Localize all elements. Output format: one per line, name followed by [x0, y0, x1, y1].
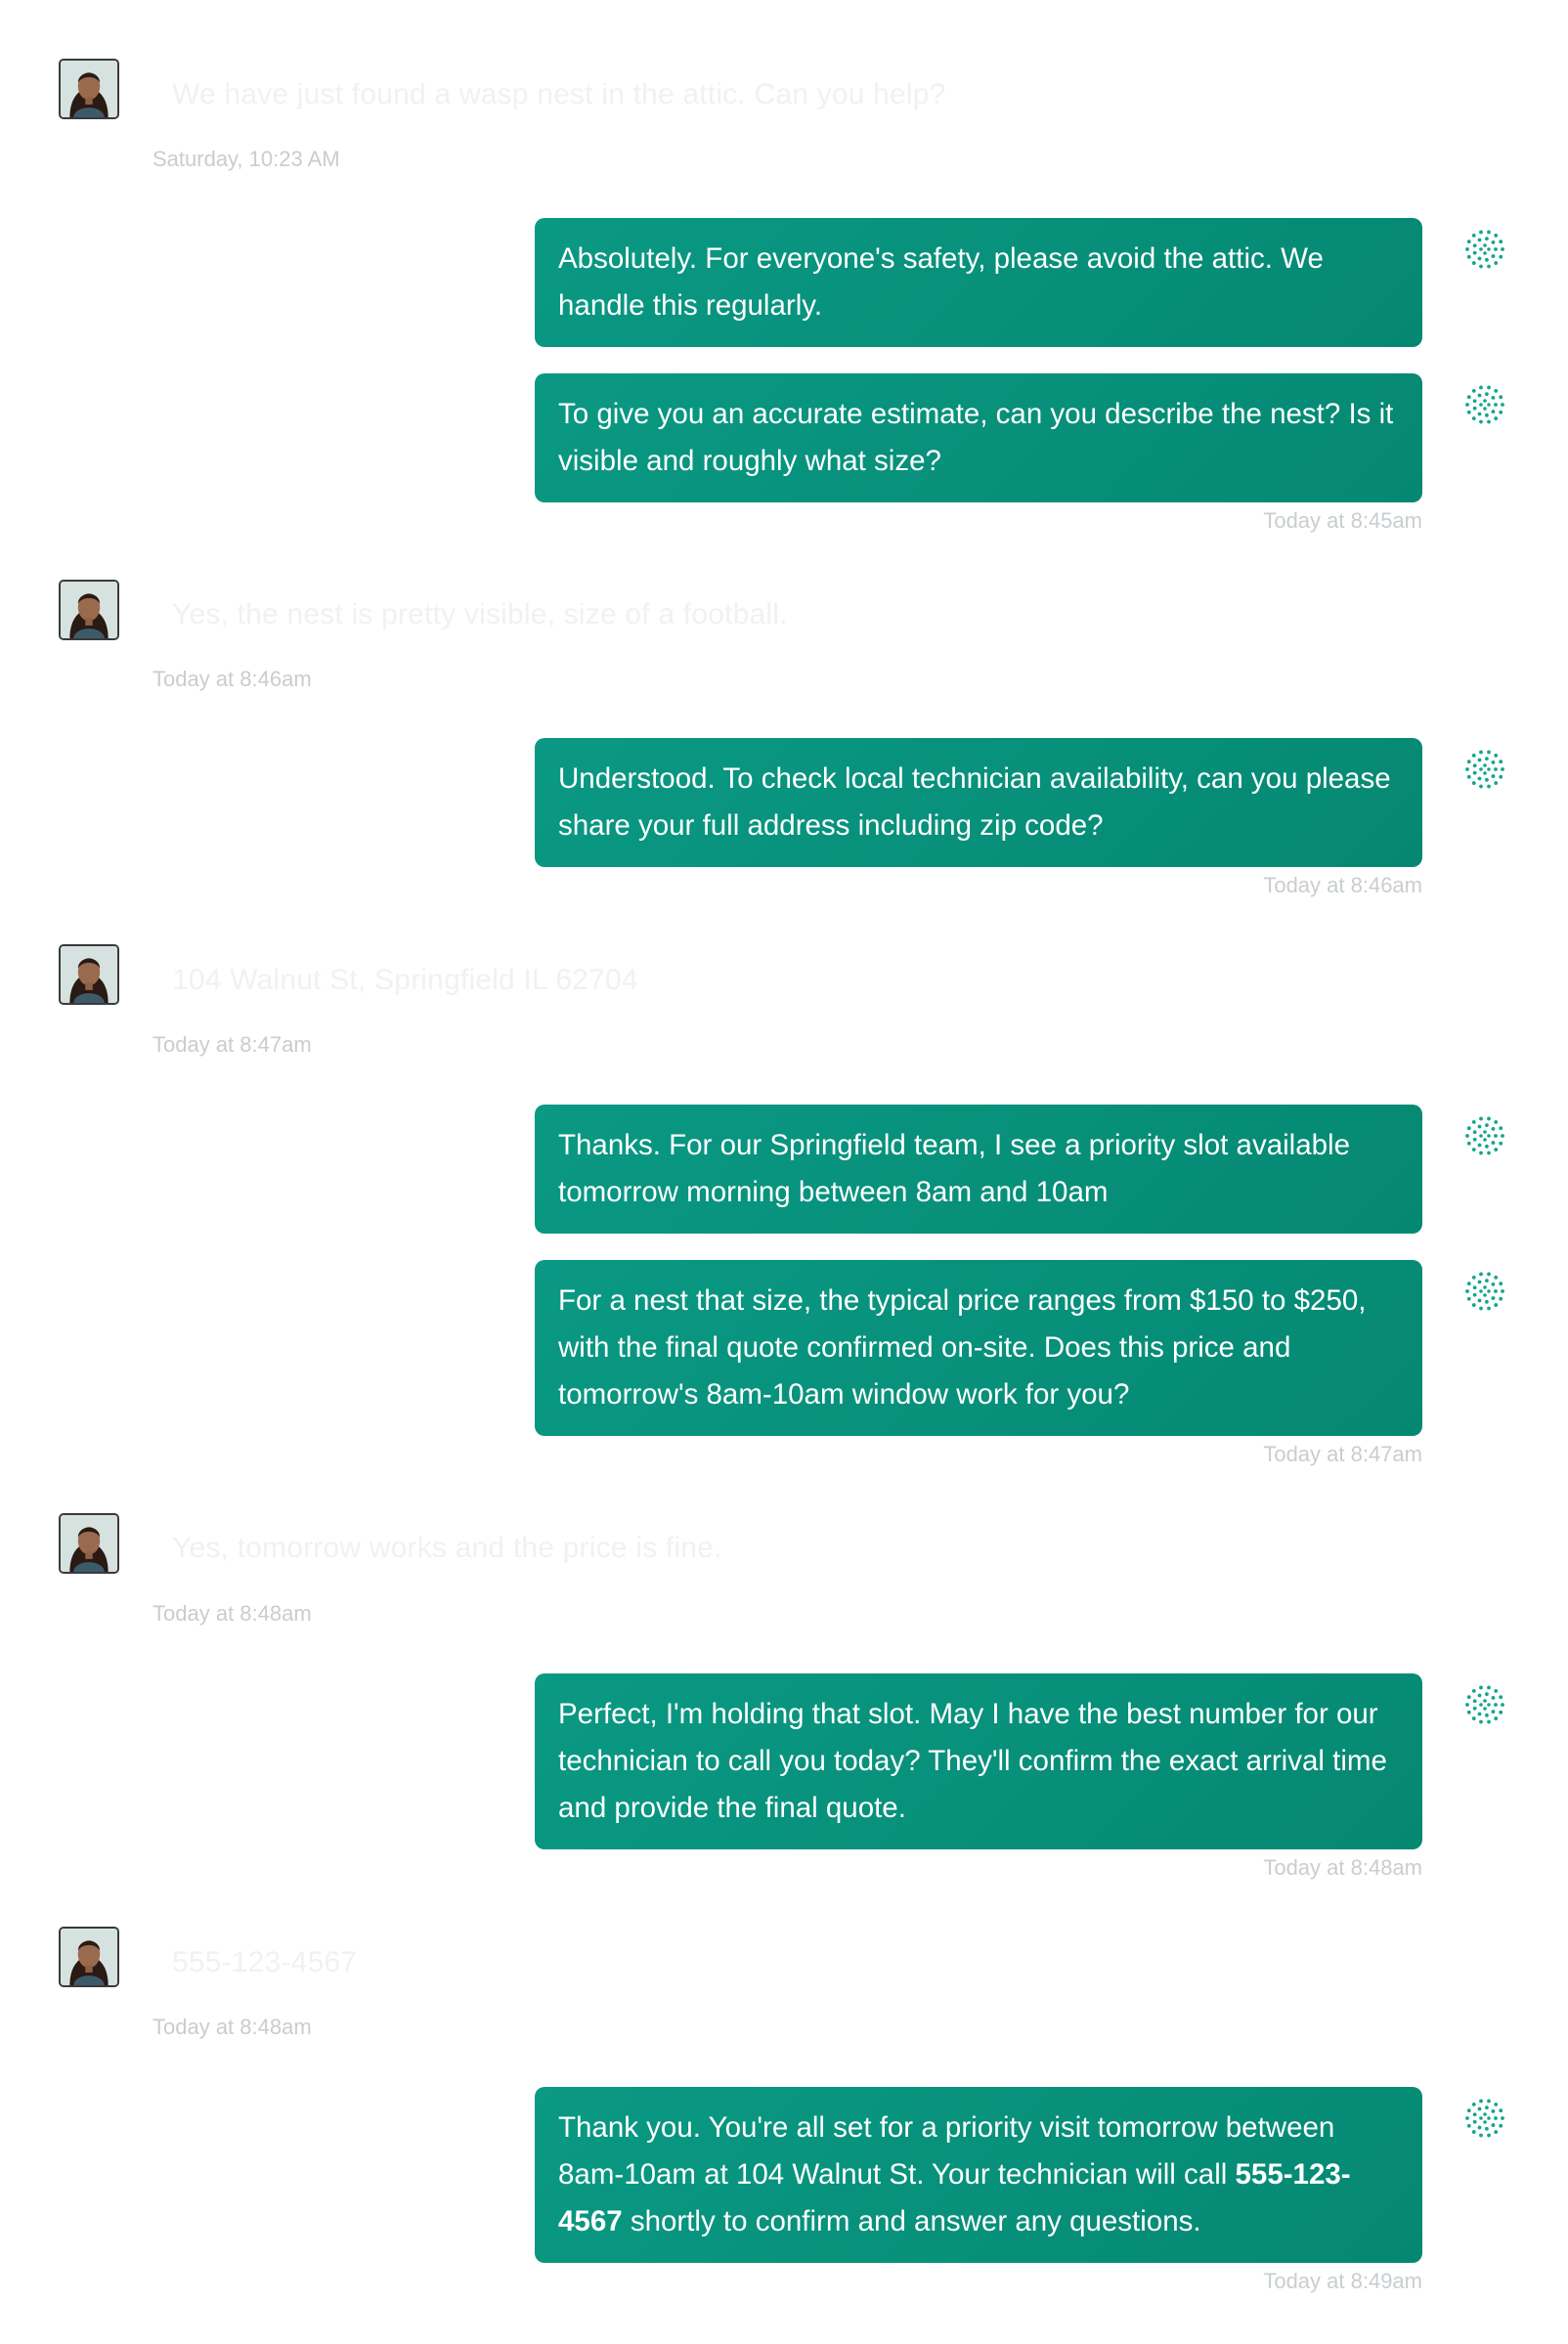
message-timestamp: Today at 8:46am: [152, 667, 312, 691]
bot-message-bubble: For a nest that size, the typical price …: [535, 1260, 1422, 1436]
user-avatar-icon: [61, 1515, 117, 1572]
bot-avatar-icon: [1465, 1685, 1504, 1724]
bot-message-text-end: shortly to confirm and answer any questi…: [622, 2205, 1201, 2237]
avatar: [59, 944, 119, 1005]
bot-message-bubble: Absolutely. For everyone's safety, pleas…: [535, 218, 1422, 347]
message-timestamp: Today at 8:48am: [152, 1601, 312, 1626]
message-timestamp: Today at 8:45am: [1263, 508, 1422, 533]
bot-avatar-icon: [1465, 1272, 1504, 1311]
bot-message-text: Thanks. For our Springfield team, I see …: [558, 1129, 1350, 1208]
avatar: [59, 580, 119, 640]
user-message-text: 555-123-4567: [172, 1946, 358, 1978]
user-avatar-icon: [61, 1929, 117, 1985]
message-timestamp: Saturday, 10:23 AM: [152, 147, 340, 171]
bot-avatar-icon: [1465, 1116, 1504, 1155]
bot-message-bubble: Understood. To check local technician av…: [535, 738, 1422, 867]
bot-avatar-icon: [1465, 2099, 1504, 2138]
bot-message-bubble: Thanks. For our Springfield team, I see …: [535, 1105, 1422, 1234]
message-timestamp: Today at 8:47am: [152, 1032, 312, 1057]
message-timestamp: Today at 8:49am: [1263, 2269, 1422, 2293]
bot-message-bubble: Thank you. You're all set for a priority…: [535, 2087, 1422, 2263]
message-timestamp: Today at 8:48am: [152, 2015, 312, 2039]
avatar: [59, 1513, 119, 1574]
user-avatar-icon: [61, 582, 117, 638]
message-timestamp: Today at 8:48am: [1263, 1855, 1422, 1880]
bot-message-bubble: Perfect, I'm holding that slot. May I ha…: [535, 1673, 1422, 1849]
user-avatar-icon: [61, 61, 117, 117]
avatar: [59, 1927, 119, 1987]
bot-message-text: Perfect, I'm holding that slot. May I ha…: [558, 1698, 1387, 1824]
bot-message-text: For a nest that size, the typical price …: [558, 1284, 1367, 1411]
bot-message-bubble: To give you an accurate estimate, can yo…: [535, 373, 1422, 502]
bot-avatar-icon: [1465, 385, 1504, 424]
user-message-text: We have just found a wasp nest in the at…: [172, 78, 946, 110]
bot-avatar-icon: [1465, 750, 1504, 789]
bot-message-text: To give you an accurate estimate, can yo…: [558, 398, 1394, 477]
user-message-text: Yes, tomorrow works and the price is fin…: [172, 1532, 722, 1564]
user-message-text: 104 Walnut St, Springfield IL 62704: [172, 964, 638, 996]
user-avatar-icon: [61, 946, 117, 1003]
user-message-text: Yes, the nest is pretty visible, size of…: [172, 598, 788, 630]
bot-avatar-icon: [1465, 230, 1504, 269]
message-timestamp: Today at 8:47am: [1263, 1442, 1422, 1466]
bot-message-text: Absolutely. For everyone's safety, pleas…: [558, 242, 1324, 322]
bot-message-text: Thank you. You're all set for a priority…: [558, 2111, 1335, 2191]
message-timestamp: Today at 8:46am: [1263, 873, 1422, 897]
bot-message-text: Understood. To check local technician av…: [558, 762, 1391, 842]
avatar: [59, 59, 119, 119]
